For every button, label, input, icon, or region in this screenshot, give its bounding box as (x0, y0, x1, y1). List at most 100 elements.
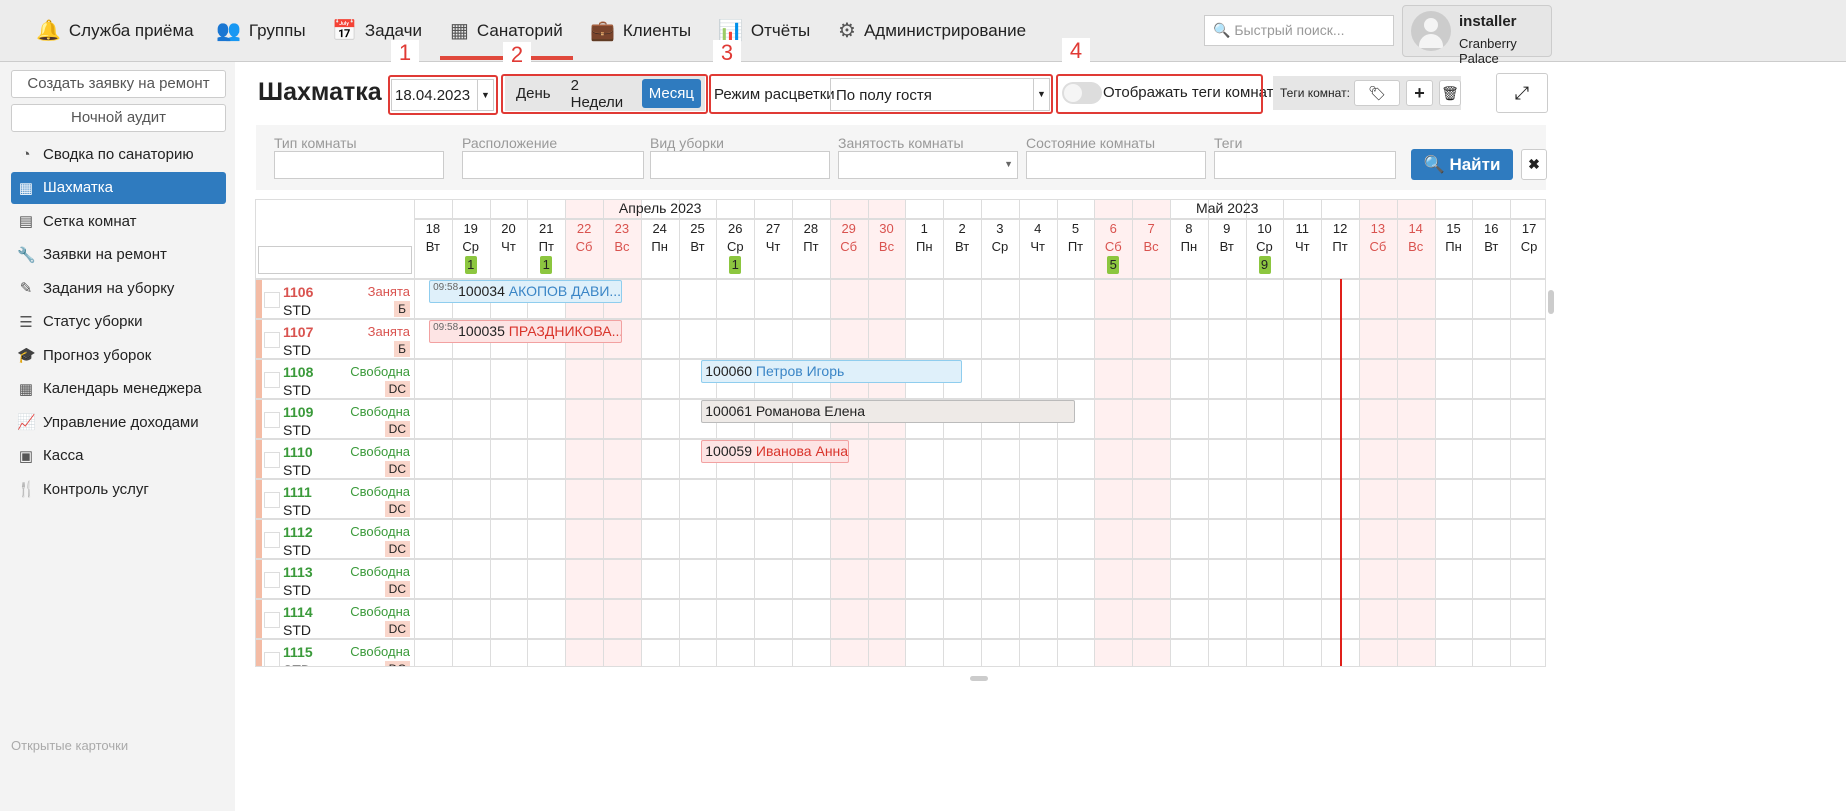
day-column (1359, 200, 1397, 666)
room-number[interactable]: 1115 (283, 644, 313, 660)
vertical-scrollbar[interactable] (1548, 290, 1554, 314)
day-column (754, 200, 792, 666)
quick-search-input[interactable]: 🔍 Быстрый поиск... (1204, 15, 1394, 46)
filter-input-1[interactable] (462, 151, 644, 179)
day-number: 8 (1185, 221, 1193, 236)
nav-label: Служба приёма (68, 20, 194, 40)
room-checkbox[interactable] (264, 572, 280, 588)
sidebar-item-3[interactable]: 🔧 Заявки на ремонт (11, 239, 226, 271)
cleaning-badge: DC (384, 661, 410, 666)
fullscreen-icon[interactable]: ⤢ (1496, 73, 1548, 113)
add-tag-icon[interactable]: + (1406, 80, 1433, 106)
day-number: 19 (463, 221, 478, 236)
sidebar-item-6[interactable]: 🎓 Прогноз уборок (11, 339, 226, 371)
room-status-bar (256, 360, 262, 400)
room-checkbox[interactable] (264, 292, 280, 308)
header-divider (414, 219, 1545, 220)
sidebar-item-1[interactable]: ▦ Шахматка (11, 171, 226, 204)
trash-icon[interactable]: 🗑 (1439, 80, 1461, 106)
sidebar-item-icon: ▤ (18, 213, 34, 230)
weekday: Пт (803, 239, 819, 254)
sidebar-item-0[interactable]: ◔ Сводка по санаторию (11, 138, 226, 170)
filter-input-0[interactable] (274, 151, 444, 179)
room-number[interactable]: 1114 (283, 604, 313, 620)
room-filter-input[interactable] (258, 246, 412, 274)
day-number: 30 (879, 221, 894, 236)
sidebar-item-10[interactable]: 🍴 Контроль услуг (11, 473, 226, 505)
horizontal-scrollbar[interactable] (970, 676, 988, 681)
day-header: 7 Вс (1132, 220, 1170, 256)
room-checkbox[interactable] (264, 532, 280, 548)
booking-100035[interactable]: 09:58100035 ПРАЗДНИКОВА... (429, 320, 622, 343)
sidebar-item-5[interactable]: ☰ Статус уборки (11, 306, 226, 338)
weekday: Чт (765, 239, 781, 254)
day-number: 6 (1109, 221, 1117, 236)
room-type: STD (283, 462, 311, 478)
booking-100060[interactable]: 100060 Петров Игорь (701, 360, 963, 383)
tags-icon[interactable]: 🏷 (1354, 80, 1400, 106)
day-number: 13 (1370, 221, 1386, 236)
nav-4[interactable]: 💼 Клиенты (590, 18, 691, 43)
nav-3[interactable]: ▦ Санаторий (440, 18, 573, 60)
day-header: 16 Вт (1472, 220, 1510, 256)
day-number: 27 (765, 221, 781, 236)
cleaning-badge: DC (384, 541, 410, 557)
room-number[interactable]: 1111 (283, 484, 312, 500)
day-number: 9 (1223, 221, 1231, 236)
room-row-1108: 1108 STD Свободна DC (256, 360, 414, 400)
filter-input-3[interactable]: ▼ (838, 151, 1018, 179)
arrivals-count-badge: 1 (464, 256, 477, 274)
create-repair-button[interactable]: Создать заявку на ремонт (11, 70, 226, 98)
sidebar-item-7[interactable]: ▦ Календарь менеджера (11, 373, 226, 405)
room-checkbox[interactable] (264, 492, 280, 508)
room-number[interactable]: 1109 (283, 404, 313, 420)
room-checkbox[interactable] (264, 412, 280, 428)
sidebar-item-2[interactable]: ▤ Сетка комнат (11, 205, 226, 237)
room-number[interactable]: 1112 (283, 524, 313, 540)
day-number: 1 (920, 221, 928, 236)
day-column (565, 200, 603, 666)
day-number: 4 (1034, 221, 1042, 236)
room-status: Свободна (350, 404, 410, 419)
find-button[interactable]: 🔍 Найти (1411, 149, 1513, 180)
booking-100059[interactable]: 100059 Иванова Анна (701, 440, 849, 463)
sidebar-item-icon: ▦ (18, 179, 34, 197)
room-checkbox[interactable] (264, 332, 280, 348)
room-number[interactable]: 1107 (283, 324, 313, 340)
room-type: STD (283, 662, 311, 666)
sidebar-item-8[interactable]: 📈 Управление доходами (11, 406, 226, 438)
nav-6[interactable]: ⚙ Администрирование (838, 18, 1026, 43)
hotel-name: Cranberry Palace (1459, 36, 1517, 66)
room-number[interactable]: 1110 (283, 444, 313, 460)
room-number[interactable]: 1113 (283, 564, 313, 580)
day-number: 22 (576, 221, 592, 236)
weekday: Ср (1256, 239, 1273, 254)
user-menu[interactable]: installer Cranberry Palace (1402, 5, 1552, 66)
nav-1[interactable]: 👥 Группы (216, 18, 306, 43)
room-number[interactable]: 1108 (283, 364, 313, 380)
nav-label: Санаторий (476, 20, 563, 40)
day-header: 17 Ср (1510, 220, 1545, 256)
room-status-bar (256, 640, 262, 666)
sidebar-item-9[interactable]: ▣ Касса (11, 440, 226, 472)
open-cards-label: Открытые карточки (11, 738, 129, 753)
day-column (943, 200, 981, 666)
filter-input-5[interactable] (1214, 151, 1396, 179)
room-checkbox[interactable] (264, 372, 280, 388)
booking-100034[interactable]: 09:58100034 АКОПОВ ДАВИ... (429, 280, 622, 303)
room-checkbox[interactable] (264, 612, 280, 628)
night-audit-button[interactable]: Ночной аудит (11, 104, 226, 132)
weekday: Вт (1219, 239, 1234, 254)
sidebar-item-4[interactable]: ✎ Задания на уборку (11, 272, 226, 304)
room-checkbox[interactable] (264, 452, 280, 468)
arrivals-count-badge: 1 (729, 256, 742, 274)
room-row-1112: 1112 STD Свободна DC (256, 520, 414, 560)
room-row-1109: 1109 STD Свободна DC (256, 400, 414, 440)
room-number[interactable]: 1106 (283, 284, 313, 300)
filter-input-2[interactable] (650, 151, 830, 179)
filter-input-4[interactable] (1026, 151, 1206, 179)
booking-100061[interactable]: 100061 Романова Елена (701, 400, 1076, 423)
nav-0[interactable]: 🔔 Служба приёма (36, 18, 194, 43)
clear-filters-icon[interactable]: ✖ (1521, 149, 1547, 180)
room-checkbox[interactable] (264, 652, 280, 666)
